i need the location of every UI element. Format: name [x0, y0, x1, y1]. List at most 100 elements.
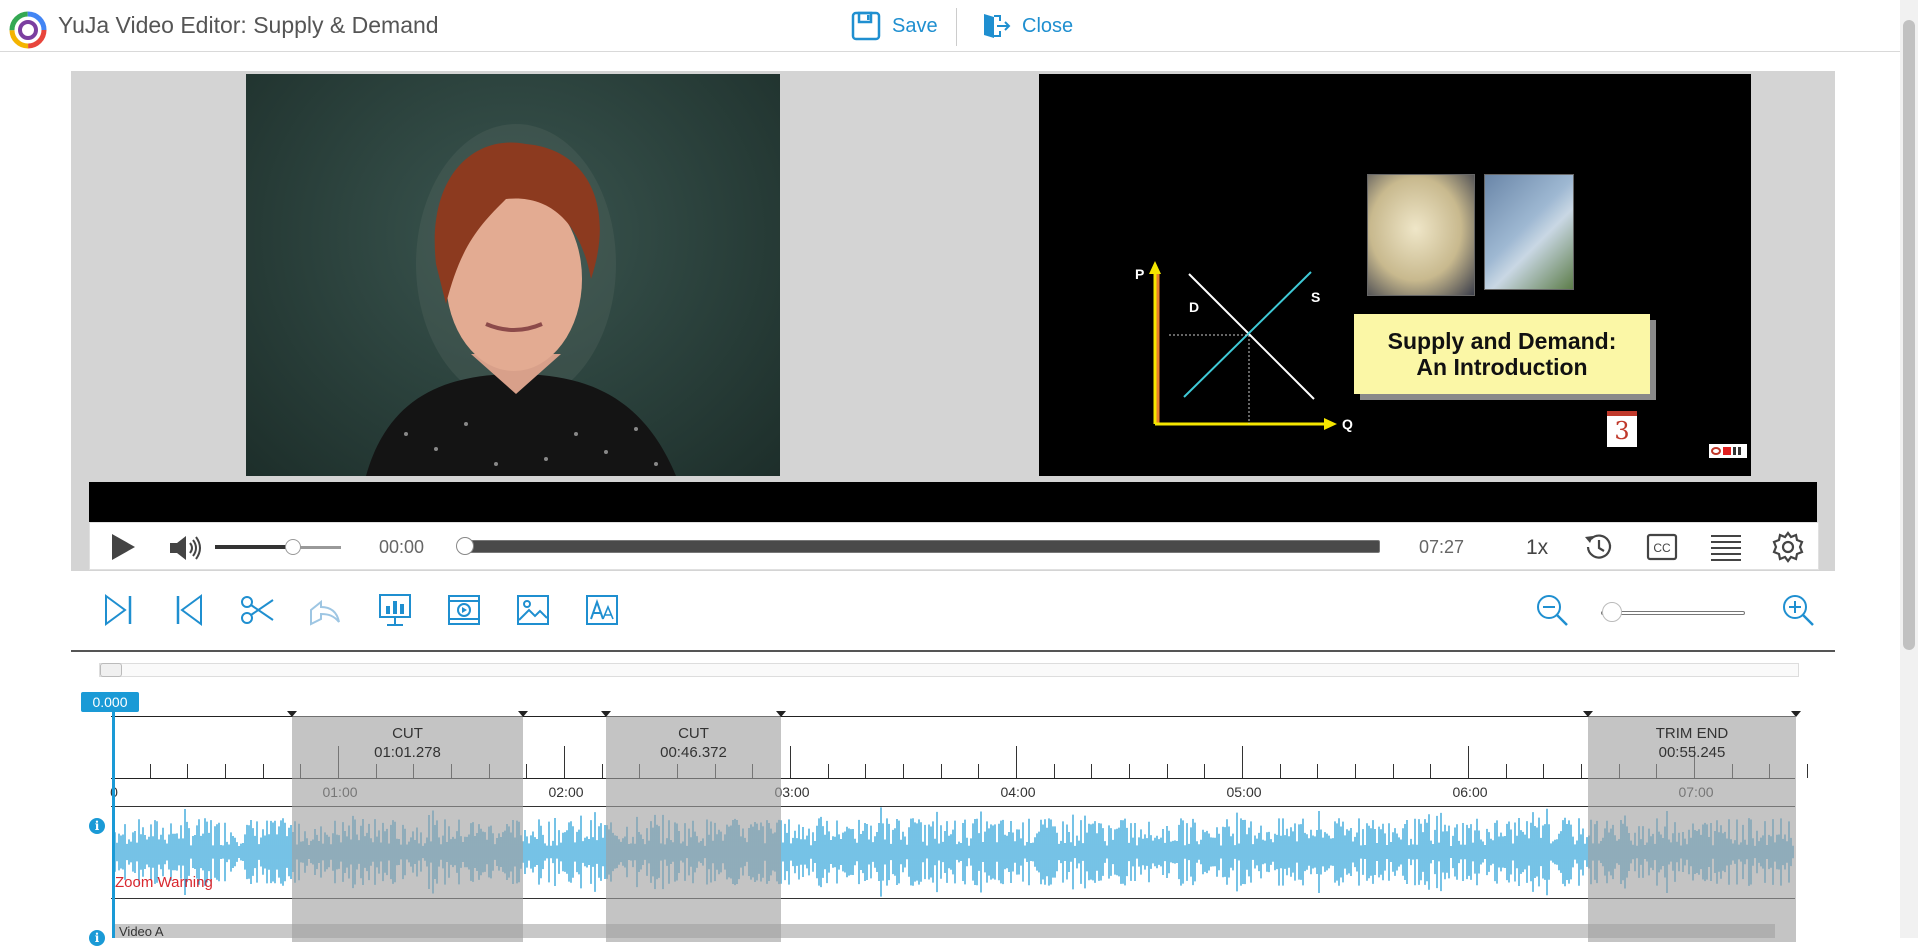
close-button-label: Close [1022, 14, 1074, 37]
cut-region-1-label: CUT 01:01.278 [292, 724, 523, 762]
undo-icon [310, 599, 340, 626]
demand-curve-label: D [1189, 299, 1200, 315]
slide-title-line-1: Supply and Demand: [1387, 328, 1617, 354]
page-scrollbar[interactable] [1900, 0, 1918, 938]
presenter-camera-video[interactable] [246, 74, 780, 476]
ruler-minor-tick [1392, 764, 1394, 778]
cut-2-end-marker[interactable] [776, 711, 786, 717]
edit-timeline[interactable]: 001:0002:0003:0004:0005:0006:0007:00 i Z… [71, 654, 1835, 946]
ruler-minor-tick [1166, 764, 1168, 778]
save-button[interactable]: Save [850, 8, 938, 44]
floppy-disk-icon [851, 11, 881, 41]
ruler-minor-tick [903, 764, 904, 778]
trim-end-end-marker[interactable] [1791, 711, 1801, 717]
cut-1-start-marker[interactable] [287, 711, 297, 717]
volume-slider[interactable] [215, 539, 341, 555]
cut-region-1-title: CUT [392, 725, 423, 742]
slide-title: Supply and Demand: An Introduction [1354, 314, 1650, 394]
insert-presentation-button[interactable] [377, 592, 413, 628]
ruler-major-tick [790, 746, 791, 778]
ruler-minor-tick [978, 764, 980, 778]
zoom-out-button[interactable] [1534, 592, 1570, 628]
insert-video-button[interactable] [446, 592, 482, 628]
zoom-in-button[interactable] [1780, 592, 1816, 628]
jump-to-end-button[interactable] [101, 592, 137, 628]
cut-1-end-marker[interactable] [518, 711, 528, 717]
closed-captions-icon[interactable]: CC [1646, 531, 1678, 563]
playhead-time-label[interactable]: 0.000 [81, 692, 139, 712]
history-icon[interactable] [1582, 531, 1614, 563]
ruler-minor-tick [1053, 764, 1055, 778]
axis-p-label: P [1135, 266, 1145, 282]
playhead[interactable] [112, 712, 115, 938]
yuja-small-logo-icon [1711, 447, 1721, 455]
ruler-major-tick [1468, 746, 1469, 778]
cut-2-start-marker[interactable] [601, 711, 611, 717]
timeline-zoom-knob[interactable] [1602, 602, 1622, 622]
volume-icon[interactable] [168, 533, 202, 563]
slide-presentation-video[interactable]: P Q D S Supply and Demand: An Introducti… [1039, 74, 1751, 476]
play-icon[interactable] [106, 531, 138, 563]
cut-region-1-duration: 01:01.278 [374, 744, 441, 761]
undo-button[interactable] [307, 592, 343, 628]
recording-indicator [1709, 444, 1747, 458]
close-button[interactable]: Close [980, 8, 1073, 44]
trim-end-start-marker[interactable] [1583, 711, 1593, 717]
ruler-minor-tick [601, 764, 603, 778]
seek-bar[interactable] [456, 537, 1380, 555]
app-header: YuJa Video Editor: Supply & Demand Save … [0, 0, 1900, 52]
edit-toolbar [71, 580, 1835, 652]
ruler-major-tick [564, 746, 565, 778]
page-scrollbar-thumb[interactable] [1903, 20, 1915, 650]
timeline-zoom-slider[interactable] [1601, 611, 1745, 615]
ruler-minor-tick [1204, 764, 1206, 778]
ruler-minor-tick [1091, 764, 1093, 778]
ruler-minor-tick [1807, 764, 1808, 778]
axis-q-label: Q [1342, 416, 1353, 432]
record-stop-icon [1723, 447, 1731, 455]
scissors-icon [241, 596, 274, 624]
cut-button[interactable] [239, 592, 275, 628]
cut-region-2-label: CUT 00:46.372 [606, 724, 781, 762]
ruler-minor-tick [526, 764, 528, 778]
volume-knob[interactable] [285, 539, 302, 555]
ruler-minor-tick [1317, 764, 1319, 778]
ruler-time-label: 06:00 [1452, 784, 1488, 800]
chapters-list-icon[interactable] [1710, 531, 1742, 563]
exit-door-icon [984, 14, 1011, 38]
caption-bar [89, 482, 1817, 522]
insert-text-button[interactable] [584, 592, 620, 628]
cut-region-2-title: CUT [678, 725, 709, 742]
timeline-scrollbar-thumb[interactable] [100, 663, 122, 677]
insert-image-button[interactable] [515, 592, 551, 628]
waveform-info-icon[interactable]: i [89, 818, 105, 834]
video-track-label: Video A [119, 924, 164, 939]
trim-end-region-label: TRIM END 00:55.245 [1588, 724, 1796, 762]
record-pause-icon [1733, 447, 1741, 455]
jump-to-start-icon [176, 594, 202, 626]
app-title: YuJa Video Editor: Supply & Demand [58, 12, 439, 38]
settings-gear-icon[interactable] [1772, 531, 1804, 563]
chapter-badge: 3 [1607, 411, 1637, 447]
presenter-image [366, 124, 676, 476]
adam-smith-portrait-image [1367, 174, 1475, 296]
ruler-time-label: 04:00 [1000, 784, 1036, 800]
slide-title-line-2: An Introduction [1416, 354, 1588, 380]
trim-end-duration: 00:55.245 [1658, 744, 1726, 761]
ruler-minor-tick [865, 764, 867, 778]
track-info-icon[interactable]: i [89, 930, 105, 946]
jump-to-start-button[interactable] [171, 592, 207, 628]
ruler-minor-tick [1543, 764, 1545, 778]
ruler-minor-tick [1279, 764, 1281, 778]
ruler-minor-tick [187, 764, 189, 778]
ruler-time-label: 05:00 [1226, 784, 1262, 800]
ruler-major-tick [1242, 746, 1243, 778]
presentation-chart-icon [379, 594, 411, 626]
ruler-minor-tick [262, 764, 264, 778]
ruler-minor-tick [1581, 764, 1582, 778]
seek-knob[interactable] [456, 537, 474, 555]
ruler-minor-tick [149, 764, 151, 778]
playback-speed-button[interactable]: 1x [1526, 536, 1548, 560]
video-stage: P Q D S Supply and Demand: An Introducti… [71, 71, 1835, 571]
timeline-scrollbar[interactable] [99, 663, 1799, 677]
